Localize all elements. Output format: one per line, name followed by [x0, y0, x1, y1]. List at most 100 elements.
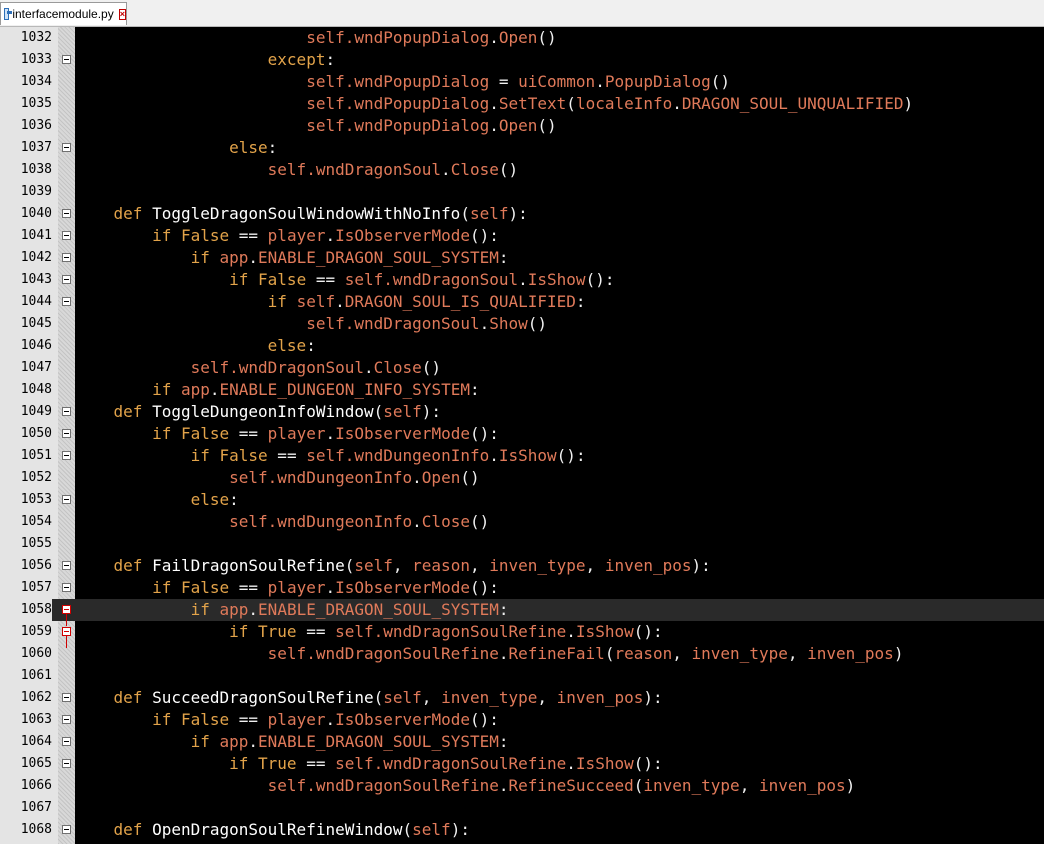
tab-bar: interfacemodule.py × — [0, 0, 1044, 27]
fold-collapse-icon[interactable] — [62, 759, 71, 768]
code-line[interactable]: 1046 else: — [0, 335, 1044, 357]
code-token: False — [180, 710, 230, 729]
code-line[interactable]: 1045 self.wndDragonSoul.Show() — [0, 313, 1044, 335]
fold-collapse-icon[interactable] — [62, 715, 71, 724]
code-token: . — [489, 116, 499, 135]
code-line[interactable]: 1058 if app.ENABLE_DRAGON_SOUL_SYSTEM: — [0, 599, 1044, 626]
code-line[interactable]: 1049 def ToggleDungeonInfoWindow(self): — [0, 401, 1044, 423]
fold-collapse-icon[interactable] — [62, 429, 71, 438]
line-number: 1036 — [0, 115, 52, 137]
code-line[interactable]: 1052 self.wndDungeonInfo.Open() — [0, 467, 1044, 489]
fold-collapse-icon[interactable] — [62, 275, 71, 284]
code-line[interactable]: 1066 self.wndDragonSoulRefine.RefineSucc… — [0, 775, 1044, 797]
fold-collapse-icon[interactable] — [62, 297, 71, 306]
code-line[interactable]: 1039 — [0, 181, 1044, 203]
code-token: uiCommon — [518, 72, 596, 91]
code-line[interactable]: 1035 self.wndPopupDialog.SetText(localeI… — [0, 93, 1044, 115]
code-token: , — [585, 556, 605, 575]
code-text: if True == self.wndDragonSoulRefine.IsSh… — [75, 753, 663, 775]
fold-collapse-icon[interactable] — [62, 825, 71, 834]
code-token: inven_type — [643, 776, 740, 795]
code-line[interactable]: 1032 self.wndPopupDialog.Open() — [0, 27, 1044, 49]
fold-collapse-icon[interactable] — [62, 451, 71, 460]
code-line[interactable]: 1053 else: — [0, 489, 1044, 511]
code-token: : — [575, 292, 586, 311]
code-token: app — [180, 380, 210, 399]
fold-collapse-icon[interactable] — [62, 495, 71, 504]
fold-collapse-icon[interactable] — [62, 693, 71, 702]
code-token: . — [441, 160, 451, 179]
code-line[interactable]: 1033 except: — [0, 49, 1044, 71]
code-line[interactable]: 1064 if app.ENABLE_DRAGON_SOUL_SYSTEM: — [0, 731, 1044, 753]
fold-collapse-icon[interactable] — [62, 627, 71, 636]
code-token: self.wndPopupDialog — [306, 116, 490, 135]
code-token: . — [325, 226, 336, 245]
code-token: Close — [421, 512, 470, 531]
code-token: : — [229, 490, 239, 509]
code-line[interactable]: 1062 def SucceedDragonSoulRefine(self, i… — [0, 687, 1044, 709]
code-line[interactable]: 1038 self.wndDragonSoul.Close() — [0, 159, 1044, 181]
code-line[interactable]: 1059 if True == self.wndDragonSoulRefine… — [0, 621, 1044, 648]
code-line[interactable]: 1051 if False == self.wndDungeonInfo.IsS… — [0, 445, 1044, 467]
code-line[interactable]: 1067 — [0, 797, 1044, 819]
code-token: if — [152, 424, 181, 443]
code-line[interactable]: 1048 if app.ENABLE_DUNGEON_INFO_SYSTEM: — [0, 379, 1044, 401]
code-line[interactable]: 1036 self.wndPopupDialog.Open() — [0, 115, 1044, 137]
code-token: True — [258, 622, 297, 641]
code-token: if — [152, 578, 181, 597]
code-token: inven_pos — [807, 644, 894, 663]
code-token: , — [421, 688, 442, 707]
code-token: ( — [373, 402, 384, 421]
code-token: IsShow — [575, 754, 634, 773]
code-editor[interactable]: 1032 self.wndPopupDialog.Open() 1033 exce… — [0, 27, 1044, 844]
line-number: 1040 — [0, 203, 52, 225]
code-line[interactable]: 1042 if app.ENABLE_DRAGON_SOUL_SYSTEM: — [0, 247, 1044, 269]
line-number: 1054 — [0, 511, 52, 533]
code-token: ( — [604, 644, 615, 663]
fold-collapse-icon[interactable] — [62, 55, 71, 64]
code-text: self.wndPopupDialog.Open() — [75, 115, 556, 137]
fold-collapse-icon[interactable] — [62, 209, 71, 218]
code-token: app — [219, 600, 249, 619]
close-icon[interactable]: × — [118, 8, 126, 20]
code-text: self.wndDungeonInfo.Open() — [75, 467, 479, 489]
code-line[interactable]: 1063 if False == player.IsObserverMode()… — [0, 709, 1044, 731]
code-token: : — [498, 248, 509, 267]
code-line[interactable]: 1061 — [0, 665, 1044, 687]
code-line[interactable]: 1043 if False == self.wndDragonSoul.IsSh… — [0, 269, 1044, 291]
code-line[interactable]: 1054 self.wndDungeonInfo.Close() — [0, 511, 1044, 533]
code-line[interactable]: 1060 self.wndDragonSoulRefine.RefineFail… — [0, 643, 1044, 665]
code-line[interactable]: 1040 def ToggleDragonSoulWindowWithNoInf… — [0, 203, 1044, 225]
code-line[interactable]: 1041 if False == player.IsObserverMode()… — [0, 225, 1044, 247]
code-line[interactable]: 1047 self.wndDragonSoul.Close() — [0, 357, 1044, 379]
fold-collapse-icon[interactable] — [62, 561, 71, 570]
code-line[interactable]: 1065 if True == self.wndDragonSoulRefine… — [0, 753, 1044, 775]
code-line[interactable]: 1056 def FailDragonSoulRefine(self, reas… — [0, 555, 1044, 577]
code-token: self.wndDragonSoulRefine — [267, 644, 499, 663]
code-line[interactable]: 1050 if False == player.IsObserverMode()… — [0, 423, 1044, 445]
fold-collapse-icon[interactable] — [62, 231, 71, 240]
code-token: localeInfo — [575, 94, 673, 113]
fold-collapse-icon[interactable] — [62, 583, 71, 592]
fold-collapse-icon[interactable] — [62, 143, 71, 152]
fold-collapse-icon[interactable] — [62, 407, 71, 416]
line-number: 1058 — [0, 599, 52, 621]
fold-collapse-icon[interactable] — [62, 737, 71, 746]
code-line[interactable]: 1057 if False == player.IsObserverMode()… — [0, 577, 1044, 599]
fold-collapse-icon[interactable] — [62, 253, 71, 262]
code-line[interactable]: 1034 self.wndPopupDialog = uiCommon.Popu… — [0, 71, 1044, 93]
code-text: if False == player.IsObserverMode(): — [75, 225, 499, 247]
line-number: 1051 — [0, 445, 52, 467]
code-line[interactable]: 1044 if self.DRAGON_SOUL_IS_QUALIFIED: — [0, 291, 1044, 313]
code-token: ( — [344, 556, 355, 575]
code-line[interactable]: 1055 — [0, 533, 1044, 555]
code-token: player — [267, 710, 326, 729]
code-token: , — [469, 556, 490, 575]
tab-interfacemodule[interactable]: interfacemodule.py × — [0, 2, 127, 25]
code-token: False — [180, 226, 230, 245]
code-line[interactable]: 1068 def OpenDragonSoulRefineWindow(self… — [0, 819, 1044, 841]
code-line[interactable]: 1037 else: — [0, 137, 1044, 159]
line-number: 1068 — [0, 819, 52, 841]
fold-collapse-icon[interactable] — [62, 605, 71, 614]
code-token: ): — [508, 204, 528, 223]
